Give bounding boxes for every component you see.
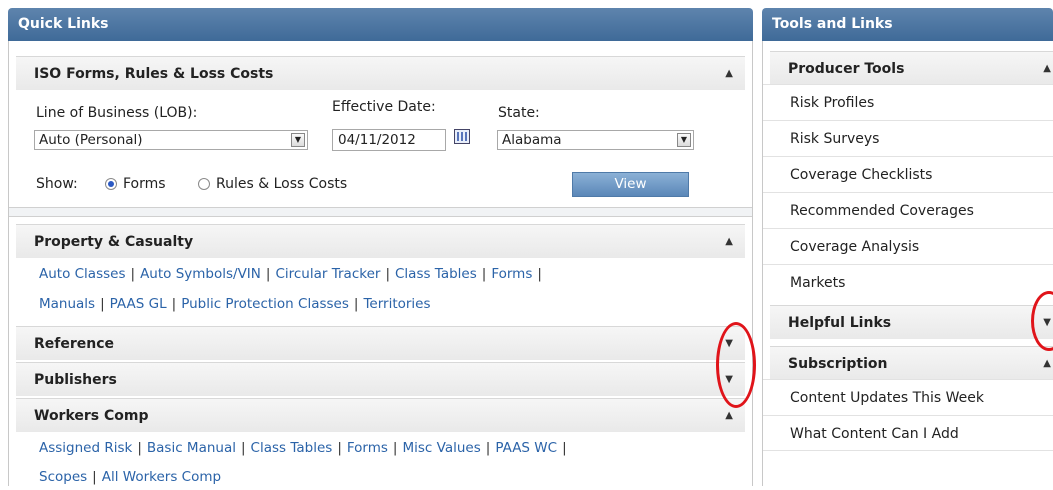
tools-links-header: Tools and Links bbox=[762, 8, 1053, 41]
link-wc-forms[interactable]: Forms bbox=[347, 440, 388, 456]
quick-links-body: ISO Forms, Rules & Loss Costs ▲ Line of … bbox=[8, 41, 756, 486]
link-circular-tracker[interactable]: Circular Tracker bbox=[275, 266, 380, 282]
chevron-down-icon[interactable]: ▼ bbox=[291, 133, 305, 147]
tool-item[interactable]: Markets bbox=[763, 264, 1053, 300]
link-basic-manual[interactable]: Basic Manual bbox=[147, 440, 236, 456]
forms-radio-label[interactable]: Forms bbox=[123, 176, 166, 192]
collapse-arrow-icon[interactable]: ▲ bbox=[1043, 347, 1051, 381]
quick-links-panel: Quick Links ISO Forms, Rules & Loss Cost… bbox=[8, 8, 756, 486]
collapse-arrow-icon[interactable]: ▲ bbox=[725, 57, 733, 91]
link-auto-symbols[interactable]: Auto Symbols/VIN bbox=[140, 266, 261, 282]
link-territories[interactable]: Territories bbox=[363, 296, 430, 312]
tool-item[interactable]: Coverage Analysis bbox=[763, 228, 1053, 264]
helpful-links-title: Helpful Links bbox=[788, 315, 892, 331]
subscription-item[interactable]: Content Updates This Week bbox=[763, 379, 1053, 415]
show-label: Show: bbox=[36, 176, 78, 192]
state-select-value: Alabama bbox=[502, 132, 562, 148]
collapse-arrow-icon[interactable]: ▲ bbox=[725, 225, 733, 259]
producer-tools-header[interactable]: Producer Tools ▲ bbox=[770, 51, 1053, 85]
tool-item[interactable]: Recommended Coverages bbox=[763, 192, 1053, 228]
rules-radio-label[interactable]: Rules & Loss Costs bbox=[216, 176, 347, 192]
link-paas-wc[interactable]: PAAS WC bbox=[495, 440, 557, 456]
tool-item[interactable]: Risk Profiles bbox=[763, 84, 1053, 120]
state-select[interactable]: Alabama ▼ bbox=[497, 130, 694, 150]
workers-links-row-1: Assigned Risk | Basic Manual | Class Tables |… bbox=[39, 440, 567, 456]
lob-select[interactable]: Auto (Personal) ▼ bbox=[34, 130, 308, 150]
link-auto-classes[interactable]: Auto Classes bbox=[39, 266, 126, 282]
producer-tools-title: Producer Tools bbox=[788, 61, 905, 77]
quick-links-header: Quick Links bbox=[8, 8, 753, 41]
link-scopes[interactable]: Scopes bbox=[39, 469, 87, 485]
forms-radio[interactable] bbox=[105, 178, 117, 190]
lob-select-value: Auto (Personal) bbox=[39, 132, 143, 148]
link-manuals[interactable]: Manuals bbox=[39, 296, 95, 312]
chevron-down-icon[interactable]: ▼ bbox=[677, 133, 691, 147]
iso-section-title: ISO Forms, Rules & Loss Costs bbox=[34, 66, 274, 82]
publishers-header[interactable]: Publishers ▼ bbox=[16, 362, 745, 396]
workers-comp-title: Workers Comp bbox=[34, 408, 149, 424]
link-misc-values[interactable]: Misc Values bbox=[402, 440, 480, 456]
publishers-title: Publishers bbox=[34, 372, 117, 388]
effective-date-label: Effective Date: bbox=[332, 99, 436, 115]
tool-item[interactable]: Coverage Checklists bbox=[763, 156, 1053, 192]
subscription-item[interactable]: What Content Can I Add bbox=[763, 415, 1053, 451]
section-divider bbox=[9, 207, 752, 217]
reference-header[interactable]: Reference ▼ bbox=[16, 326, 745, 360]
link-class-tables[interactable]: Class Tables bbox=[395, 266, 477, 282]
iso-section-header[interactable]: ISO Forms, Rules & Loss Costs ▲ bbox=[16, 56, 745, 90]
state-label: State: bbox=[498, 105, 540, 121]
link-paas-gl[interactable]: PAAS GL bbox=[110, 296, 167, 312]
subscription-header[interactable]: Subscription ▲ bbox=[770, 346, 1053, 380]
tools-links-panel: Tools and Links Producer Tools ▲ Risk Pr… bbox=[762, 8, 1053, 486]
collapse-arrow-icon[interactable]: ▲ bbox=[1043, 52, 1051, 86]
workers-links-row-2: Scopes | All Workers Comp bbox=[39, 469, 222, 485]
property-casualty-header[interactable]: Property & Casualty ▲ bbox=[16, 224, 745, 258]
annotation-circle bbox=[716, 322, 756, 408]
link-assigned-risk[interactable]: Assigned Risk bbox=[39, 440, 132, 456]
annotation-circle bbox=[1031, 291, 1053, 351]
rules-radio[interactable] bbox=[198, 178, 210, 190]
lob-label: Line of Business (LOB): bbox=[36, 105, 198, 121]
view-button[interactable]: View bbox=[572, 172, 689, 197]
property-casualty-title: Property & Casualty bbox=[34, 234, 194, 250]
subscription-title: Subscription bbox=[788, 356, 888, 372]
calendar-icon[interactable] bbox=[454, 129, 470, 144]
tool-item[interactable]: Risk Surveys bbox=[763, 120, 1053, 156]
link-wc-class-tables[interactable]: Class Tables bbox=[251, 440, 333, 456]
helpful-links-header[interactable]: Helpful Links ▼ bbox=[770, 305, 1053, 339]
link-forms[interactable]: Forms bbox=[491, 266, 532, 282]
reference-title: Reference bbox=[34, 336, 115, 352]
link-all-workers-comp[interactable]: All Workers Comp bbox=[102, 469, 221, 485]
link-public-protection[interactable]: Public Protection Classes bbox=[181, 296, 349, 312]
tools-links-body: Producer Tools ▲ Risk Profiles Risk Surv… bbox=[762, 41, 1053, 486]
property-links-row-2: Manuals | PAAS GL | Public Protection Classe… bbox=[39, 296, 431, 312]
property-links-row-1: Auto Classes | Auto Symbols/VIN | Circular T… bbox=[39, 266, 542, 282]
effective-date-input[interactable]: 04/11/2012 bbox=[332, 129, 446, 151]
workers-comp-header[interactable]: Workers Comp ▲ bbox=[16, 398, 745, 432]
